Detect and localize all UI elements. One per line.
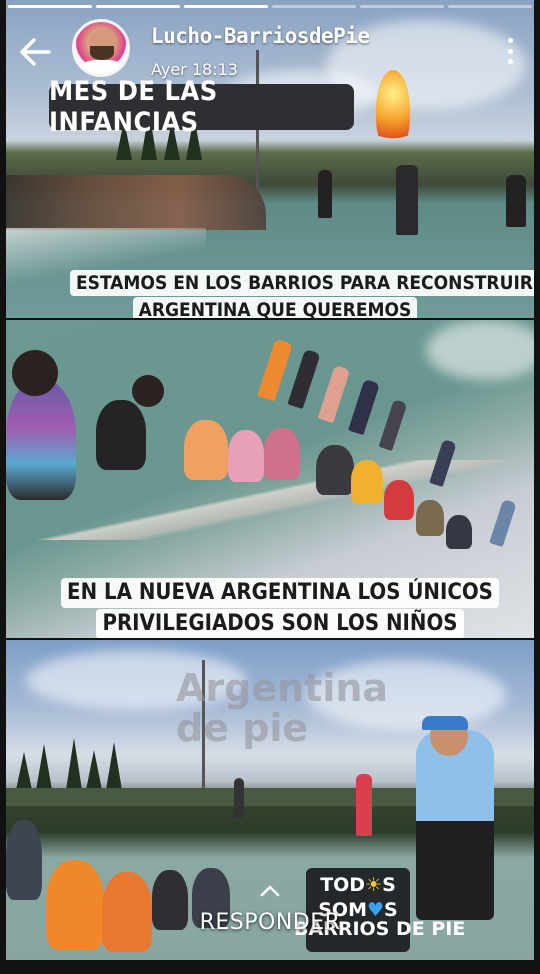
tag-mes-de-las-infancias: MES DE LAS INFANCIAS <box>49 76 354 138</box>
watermark-line: de pie <box>176 706 309 750</box>
caption-line: PRIVILEGIADOS SON LOS NIÑOS <box>96 609 464 638</box>
progress-segment <box>448 5 532 8</box>
argentina-de-pie-watermark: Argentina de pie <box>176 668 388 748</box>
avatar-beard <box>90 46 114 60</box>
reply-button[interactable]: RESPONDER <box>0 910 540 935</box>
author-name[interactable]: Lucho-BarriosdePie <box>151 24 370 48</box>
progress-segment <box>272 5 356 8</box>
photo-panel-2: EN LA NUEVA ARGENTINA LOS ÚNICOS PRIVILE… <box>6 320 534 638</box>
more-vertical-icon[interactable] <box>506 38 514 64</box>
progress-segment <box>96 5 180 8</box>
avatar-shirt <box>79 60 125 74</box>
caption-line: ESTAMOS EN LOS BARRIOS PARA RECONSTRUIR … <box>70 270 534 296</box>
story-progress-bar <box>8 5 532 8</box>
avatar[interactable] <box>72 19 130 77</box>
caption-panel-2: EN LA NUEVA ARGENTINA LOS ÚNICOS PRIVILE… <box>46 578 514 638</box>
story-header: Lucho-BarriosdePie Ayer 18:13 <box>0 14 540 84</box>
progress-segment <box>8 5 92 8</box>
chevron-up-icon[interactable] <box>259 884 281 898</box>
caption-line: ARGENTINA QUE QUEREMOS <box>132 297 418 318</box>
post-time: Ayer 18:13 <box>151 60 238 79</box>
watermark-line: Argentina <box>176 666 389 710</box>
arrow-left-icon[interactable] <box>18 36 52 68</box>
progress-segment <box>360 5 444 8</box>
reply-area[interactable]: RESPONDER <box>0 884 540 974</box>
progress-segment <box>184 5 268 8</box>
caption-line: EN LA NUEVA ARGENTINA LOS ÚNICOS <box>61 578 499 608</box>
tag-text: MES DE LAS INFANCIAS <box>49 76 218 138</box>
caption-panel-1: ESTAMOS EN LOS BARRIOS PARA RECONSTRUIR … <box>70 270 534 318</box>
